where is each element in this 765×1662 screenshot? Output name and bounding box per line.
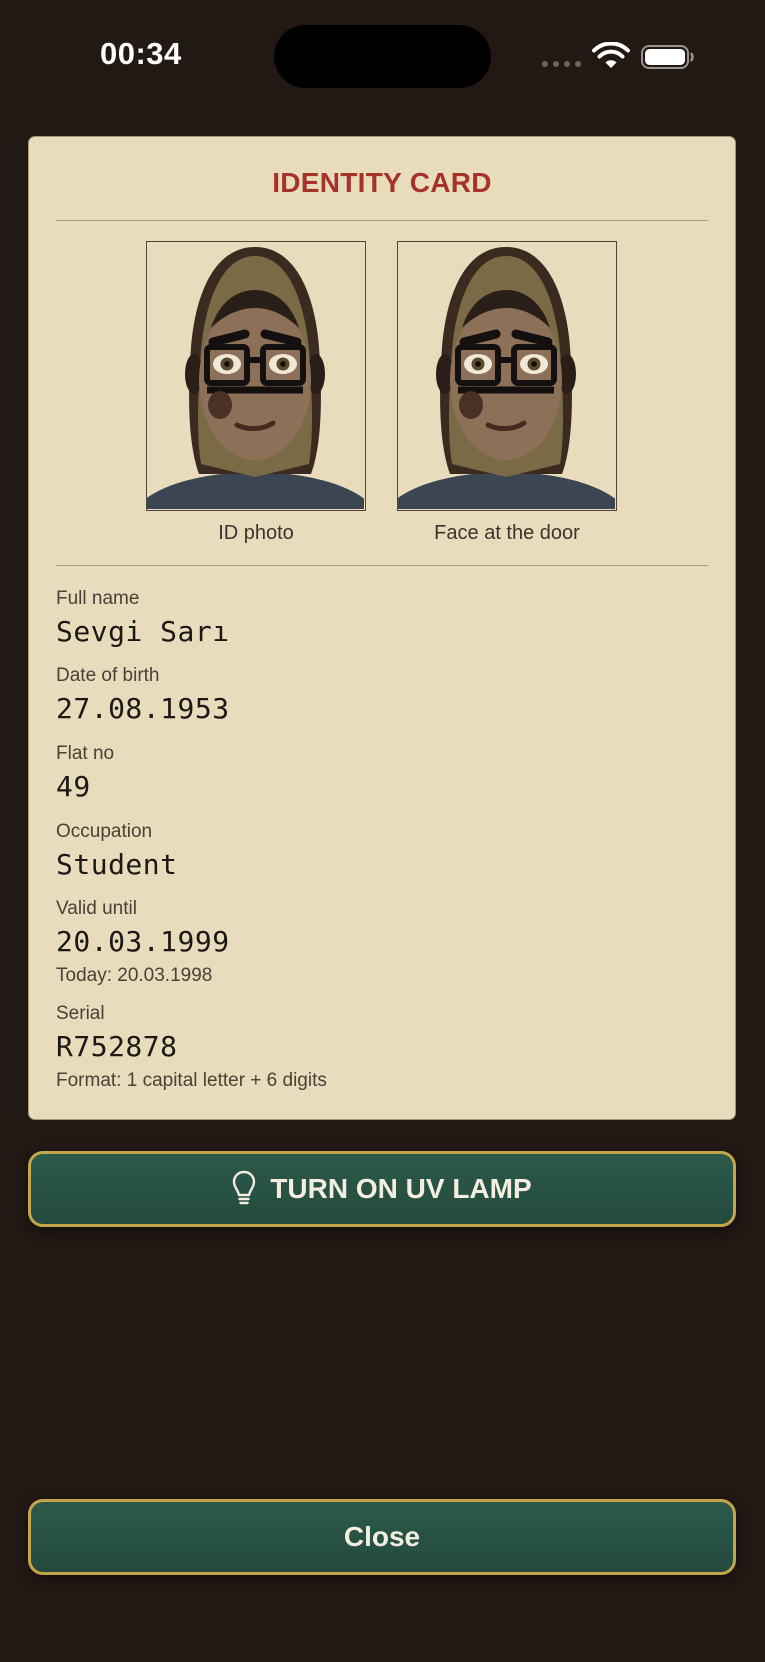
wifi-icon (592, 42, 630, 68)
valid-until-value: 20.03.1999 (56, 925, 230, 958)
uv-lamp-button-label: TURN ON UV LAMP (270, 1173, 532, 1204)
id-photo (146, 241, 366, 511)
flat-no-label: Flat no (56, 743, 115, 764)
status-time: 00:34 (100, 36, 182, 71)
occupation-value: Student (56, 848, 178, 881)
date-of-birth-value: 27.08.1953 (56, 692, 230, 725)
identity-card: IDENTITY CARD ID photo Face at the door … (28, 136, 736, 1120)
divider (56, 565, 708, 566)
serial-label: Serial (56, 1003, 105, 1024)
portrait-image (398, 247, 615, 509)
lightbulb-icon (233, 1170, 256, 1205)
full-name-value: Sevgi Sarı (56, 615, 230, 648)
card-title: IDENTITY CARD (272, 167, 492, 198)
serial-format-note: Format: 1 capital letter + 6 digits (56, 1070, 327, 1091)
full-name-label: Full name (56, 588, 140, 609)
uv-lamp-button[interactable]: TURN ON UV LAMP (28, 1151, 736, 1227)
close-button[interactable]: Close (28, 1499, 736, 1575)
serial-value: R752878 (56, 1030, 178, 1063)
cellular-signal-icon (542, 61, 581, 67)
portrait-image (147, 247, 364, 509)
door-face-photo (397, 241, 617, 511)
battery-icon (641, 45, 694, 69)
date-of-birth-label: Date of birth (56, 665, 160, 686)
close-button-label: Close (343, 1521, 421, 1552)
today-date-note: Today: 20.03.1998 (56, 965, 213, 986)
flat-no-value: 49 (56, 770, 91, 803)
valid-until-label: Valid until (56, 898, 137, 919)
divider (56, 220, 708, 221)
occupation-label: Occupation (56, 821, 153, 842)
dynamic-island (274, 25, 491, 88)
door-photo-caption: Face at the door (434, 522, 580, 544)
id-photo-caption: ID photo (218, 522, 294, 544)
